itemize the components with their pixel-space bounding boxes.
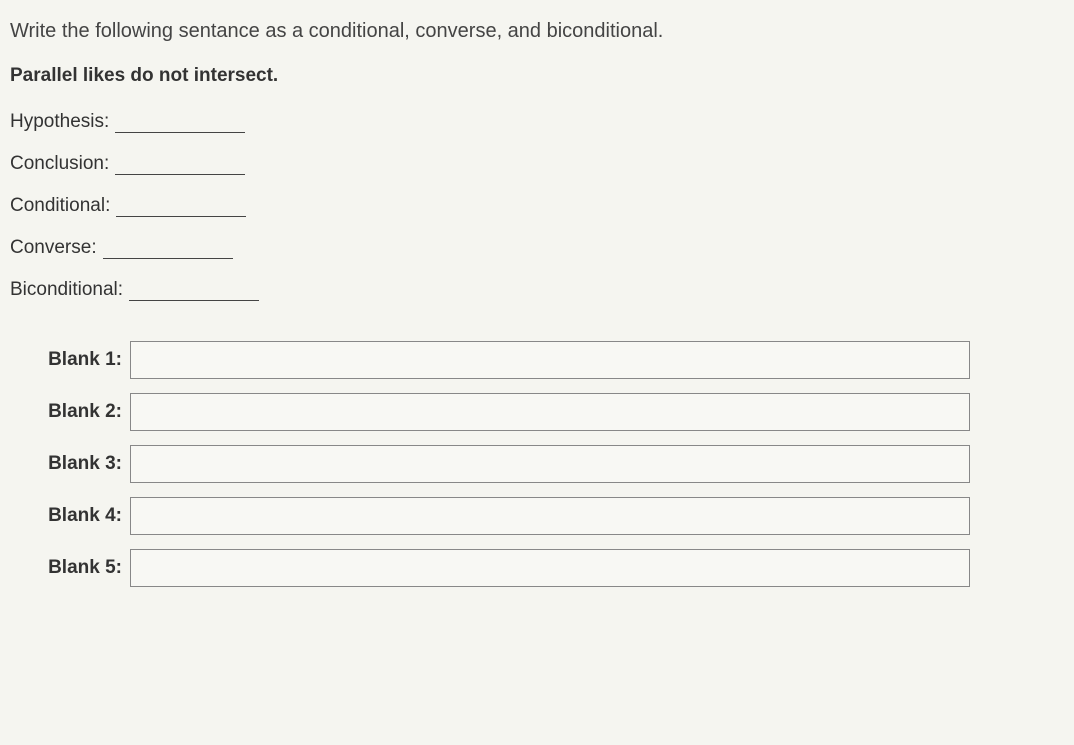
biconditional-label: Biconditional: [10,279,123,301]
blank-1-input[interactable] [130,341,970,379]
converse-prompt: Converse: [10,237,1064,259]
blank-5-input[interactable] [130,549,970,587]
blank-row-2: Blank 2: [40,393,1064,431]
blank-3-label: Blank 3: [40,453,130,475]
blank-row-1: Blank 1: [40,341,1064,379]
blank-4-input[interactable] [130,497,970,535]
blank-5-label: Blank 5: [40,557,130,579]
conditional-label: Conditional: [10,195,110,217]
blank-row-4: Blank 4: [40,497,1064,535]
conclusion-label: Conclusion: [10,153,109,175]
blank-1-label: Blank 1: [40,349,130,371]
blank-row-3: Blank 3: [40,445,1064,483]
answer-blanks-section: Blank 1: Blank 2: Blank 3: Blank 4: Blan… [10,341,1064,587]
conclusion-prompt: Conclusion: [10,153,1064,175]
hypothesis-label: Hypothesis: [10,111,109,133]
blank-4-label: Blank 4: [40,505,130,527]
hypothesis-underline [115,114,245,133]
converse-label: Converse: [10,237,97,259]
blank-2-input[interactable] [130,393,970,431]
hypothesis-prompt: Hypothesis: [10,111,1064,133]
question-statement: Parallel likes do not intersect. [10,65,1064,87]
blank-3-input[interactable] [130,445,970,483]
conditional-underline [116,198,246,217]
blank-2-label: Blank 2: [40,401,130,423]
question-instruction: Write the following sentance as a condit… [10,20,1064,43]
conditional-prompt: Conditional: [10,195,1064,217]
biconditional-prompt: Biconditional: [10,279,1064,301]
converse-underline [103,240,233,259]
conclusion-underline [115,156,245,175]
blank-row-5: Blank 5: [40,549,1064,587]
biconditional-underline [129,282,259,301]
